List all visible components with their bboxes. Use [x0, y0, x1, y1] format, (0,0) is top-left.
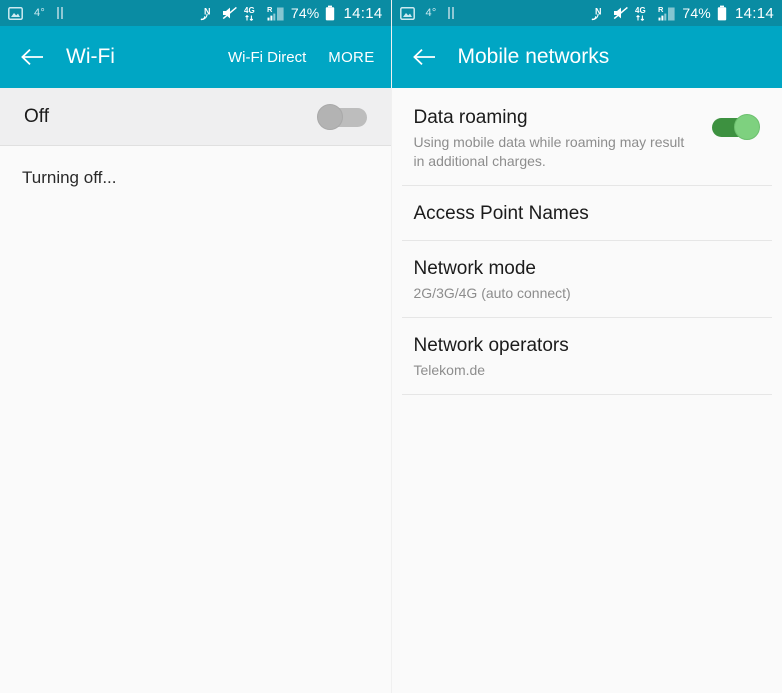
status-bar-right-icons: N 4G R 74% 14:14: [200, 5, 383, 22]
svg-text:R: R: [267, 5, 273, 14]
switch-knob: [734, 114, 760, 140]
app-bar-actions: Wi-Fi Direct MORE: [228, 49, 375, 66]
screenshot-icon: [8, 6, 23, 20]
status-bar-right-icons: N 4G R 74% 14:14: [591, 5, 774, 22]
list-item-text: Data roaming Using mobile data while roa…: [414, 106, 709, 171]
wifi-screen: 4° N 4G R 74% 14:14 Wi-Fi Wi-Fi Direct M…: [0, 0, 392, 693]
settings-list: Data roaming Using mobile data while roa…: [392, 88, 782, 395]
mobile-data-4g-icon: 4G: [635, 5, 652, 21]
list-item-access-point-names[interactable]: Access Point Names: [392, 186, 782, 241]
status-bar-left-icons: 4°: [8, 6, 200, 20]
page-title: Mobile networks: [457, 45, 610, 68]
battery-percent-label: 74%: [290, 5, 320, 21]
mute-icon: [222, 6, 238, 20]
status-bar: 4° N 4G R 74% 14:14: [391, 0, 782, 26]
list-item-title: Data roaming: [413, 107, 528, 128]
list-item-control: [708, 106, 760, 140]
battery-icon: [325, 5, 335, 21]
wifi-state-label: Off: [24, 105, 49, 127]
pause-icon: [56, 7, 64, 19]
status-bar: 4° N 4G R 74% 14:14: [0, 0, 391, 26]
wifi-master-toggle-row[interactable]: Off: [0, 88, 391, 146]
wifi-app-bar: Wi-Fi Wi-Fi Direct MORE: [0, 26, 391, 88]
nfc-icon: N: [200, 5, 216, 21]
wifi-toggle-switch[interactable]: [316, 103, 369, 130]
list-item-text: Access Point Names: [414, 202, 761, 226]
back-button[interactable]: [18, 42, 48, 72]
switch-knob: [316, 103, 343, 130]
clock-label: 14:14: [343, 4, 383, 22]
nfc-icon: N: [591, 5, 607, 21]
mobile-networks-screen: 4° N 4G R 74% 14:14 Mobile networks Data…: [391, 0, 782, 693]
signal-roaming-icon: R: [267, 5, 285, 21]
svg-text:4G: 4G: [244, 6, 255, 15]
dual-screenshot-container: 4° N 4G R 74% 14:14 Wi-Fi Wi-Fi Direct M…: [0, 0, 782, 693]
list-item-network-operators[interactable]: Network operators Telekom.de: [392, 318, 782, 395]
list-item-title: Access Point Names: [413, 203, 589, 224]
mobile-data-4g-icon: 4G: [244, 5, 261, 21]
list-item-text: Network operators Telekom.de: [414, 334, 761, 380]
list-item-data-roaming[interactable]: Data roaming Using mobile data while roa…: [392, 90, 782, 186]
mobile-networks-app-bar: Mobile networks: [391, 26, 782, 88]
list-item-title: Network operators: [413, 335, 569, 356]
svg-text:4G: 4G: [635, 6, 646, 15]
list-item-subtitle: 2G/3G/4G (auto connect): [413, 285, 571, 301]
temperature-indicator: 4°: [34, 7, 45, 19]
screenshot-icon: [399, 6, 415, 20]
svg-text:R: R: [658, 5, 664, 14]
more-button[interactable]: MORE: [328, 49, 374, 66]
temperature-indicator: 4°: [425, 7, 437, 19]
back-arrow-icon: [412, 48, 435, 66]
status-bar-left-icons: 4°: [399, 6, 592, 20]
signal-roaming-icon: R: [658, 5, 676, 21]
pause-icon: [447, 7, 455, 19]
list-item-subtitle: Telekom.de: [413, 362, 486, 378]
wifi-content-area: Turning off...: [0, 146, 391, 693]
list-item-network-mode[interactable]: Network mode 2G/3G/4G (auto connect): [392, 241, 782, 318]
wifi-direct-button[interactable]: Wi-Fi Direct: [228, 49, 306, 66]
list-item-title: Network mode: [413, 258, 537, 279]
list-item-subtitle: Using mobile data while roaming may resu…: [413, 134, 685, 169]
page-title: Wi-Fi: [66, 45, 115, 68]
mute-icon: [613, 6, 629, 20]
battery-icon: [717, 5, 727, 21]
back-button[interactable]: [410, 42, 440, 72]
wifi-status-message: Turning off...: [22, 168, 117, 187]
data-roaming-toggle-switch[interactable]: [708, 114, 760, 140]
battery-percent-label: 74%: [682, 5, 711, 21]
list-item-text: Network mode 2G/3G/4G (auto connect): [414, 257, 761, 303]
mobile-networks-content-area: Data roaming Using mobile data while roa…: [391, 88, 782, 693]
back-arrow-icon: [21, 48, 43, 66]
clock-label: 14:14: [734, 4, 774, 22]
